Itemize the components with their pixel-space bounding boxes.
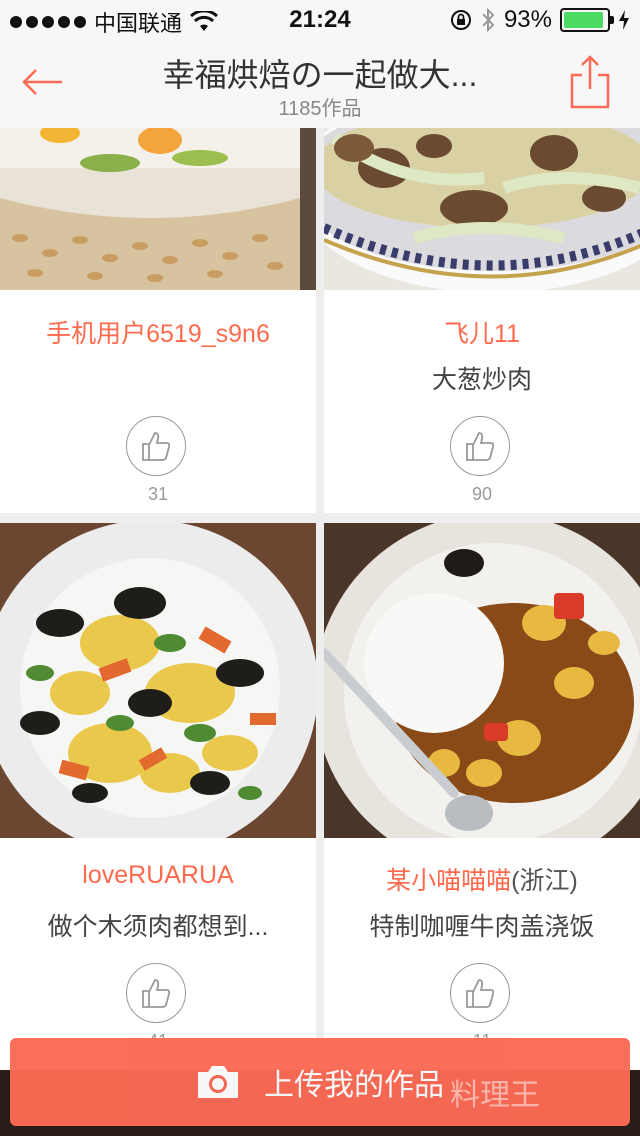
back-button[interactable] — [18, 62, 66, 102]
like-button[interactable] — [450, 416, 510, 476]
share-icon — [570, 55, 610, 109]
thumbs-up-icon — [142, 432, 171, 461]
work-card[interactable]: 手机用户6519_s9n6 31 — [0, 128, 316, 513]
curry-rice-image — [324, 523, 640, 838]
back-arrow-icon — [22, 69, 62, 95]
author-nickname[interactable]: 某小喵喵喵 — [386, 867, 511, 895]
bluetooth-icon — [482, 7, 495, 33]
nav-bar: 幸福烘焙の一起做大... 1185作品 — [0, 40, 640, 128]
author-name[interactable]: 某小喵喵喵(浙江) — [324, 861, 640, 897]
curry-rice-photo[interactable] — [324, 523, 640, 838]
camera-icon — [198, 1066, 238, 1098]
dish-name[interactable]: 大葱炒肉 — [324, 360, 640, 396]
works-grid: 手机用户6519_s9n6 31 飞儿11 大葱炒肉 90 loveRUARUA… — [0, 128, 640, 1136]
thumbs-up-icon — [466, 432, 495, 461]
author-region: (浙江) — [511, 867, 578, 895]
muxu-pork-image — [0, 523, 316, 838]
muxu-pork-photo[interactable] — [0, 523, 316, 838]
like-button[interactable] — [126, 416, 186, 476]
like-count: 90 — [471, 484, 493, 504]
stir-fry-image — [324, 128, 640, 290]
cake-image — [0, 128, 316, 290]
author-name[interactable]: 手机用户6519_s9n6 — [0, 314, 316, 350]
like-button[interactable] — [450, 963, 510, 1023]
share-button[interactable] — [568, 54, 612, 110]
page-title: 幸福烘焙の一起做大... — [162, 57, 478, 93]
dish-name[interactable]: 特制咖喱牛肉盖浇饭 — [324, 907, 640, 943]
orientation-lock-icon — [450, 10, 471, 30]
status-bar: 中国联通 21:24 93% — [0, 0, 640, 40]
cake-photo[interactable] — [0, 128, 316, 290]
like-button[interactable] — [126, 963, 186, 1023]
thumbs-up-icon — [142, 979, 171, 1008]
author-name[interactable]: loveRUARUA — [0, 861, 316, 890]
author-name[interactable]: 飞儿11 — [324, 314, 640, 350]
dish-name[interactable]: 做个木须肉都想到... — [0, 907, 316, 943]
upload-label: 上传我的作品 — [264, 1069, 444, 1102]
watermark-logo: 料理王 — [450, 1079, 540, 1112]
work-card[interactable]: 飞儿11 大葱炒肉 90 — [324, 128, 640, 513]
stir-fry-photo[interactable] — [324, 128, 640, 290]
works-count: 1185作品 — [278, 98, 362, 120]
battery-icon — [560, 8, 614, 32]
like-count: 31 — [147, 484, 169, 504]
battery-percent: 93% — [503, 6, 552, 33]
status-right: 93% — [450, 6, 630, 34]
thumbs-up-icon — [466, 979, 495, 1008]
charging-icon — [619, 10, 629, 30]
